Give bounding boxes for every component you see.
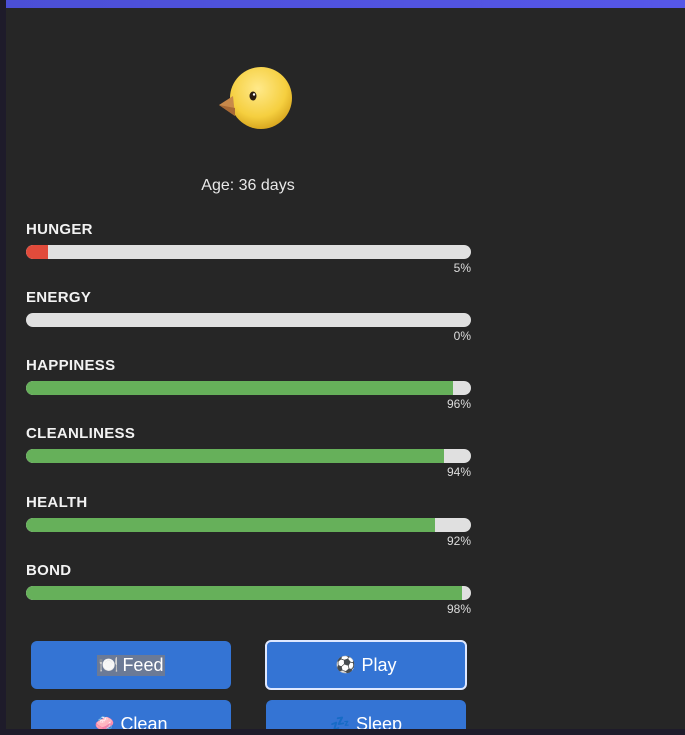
bond-progress-fill	[26, 586, 463, 600]
stat-cleanliness: CLEANLINESS 94%	[26, 425, 471, 479]
stat-percent: 92%	[446, 534, 471, 548]
stat-bond: BOND 98%	[26, 562, 471, 616]
happiness-progress-fill	[26, 381, 454, 395]
stat-label: ENERGY	[26, 289, 92, 306]
top-accent-bar	[6, 0, 685, 8]
stat-label: HEALTH	[26, 494, 88, 511]
happiness-progress-bar	[26, 381, 471, 395]
health-progress-fill	[26, 518, 436, 532]
sleep-button[interactable]: 💤 Sleep	[266, 700, 466, 729]
play-label: Play	[361, 654, 397, 675]
cleanliness-progress-fill	[26, 449, 445, 463]
baby-chick-icon	[211, 62, 301, 142]
energy-progress-bar	[26, 313, 471, 327]
clean-button[interactable]: 🧼 Clean	[31, 700, 231, 729]
zzz-icon: 💤	[330, 716, 350, 729]
stat-energy: ENERGY 0%	[26, 289, 471, 343]
stat-health: HEALTH 92%	[26, 494, 471, 548]
stat-percent: 0%	[453, 329, 471, 343]
stat-label: HAPPINESS	[26, 357, 116, 374]
clean-label: Clean	[120, 713, 168, 730]
stat-label: HUNGER	[26, 221, 93, 238]
feed-button[interactable]: 🍽️ Feed	[31, 641, 231, 689]
stat-hunger: HUNGER 5%	[26, 221, 471, 275]
pet-age: Age: 36 days	[201, 177, 295, 194]
bond-progress-bar	[26, 586, 471, 600]
soccer-ball-icon: ⚽	[335, 657, 356, 674]
stat-percent: 98%	[446, 602, 471, 616]
feed-button-content: 🍽️ Feed	[96, 654, 166, 676]
hunger-progress-fill	[26, 245, 49, 259]
hunger-progress-bar	[26, 245, 471, 259]
app-window: Age: 36 days HUNGER 5% ENERGY 0% HAPPINESS 96…	[6, 0, 685, 729]
stat-label: BOND	[26, 562, 72, 579]
stat-label: CLEANLINESS	[26, 425, 136, 442]
cleanliness-progress-bar	[26, 449, 471, 463]
plate-icon: 🍽️	[98, 657, 119, 674]
stat-happiness: HAPPINESS 96%	[26, 357, 471, 411]
stat-percent: 5%	[453, 261, 471, 275]
soap-icon: 🧼	[94, 716, 115, 729]
stat-percent: 94%	[446, 465, 471, 479]
sleep-label: Sleep	[355, 713, 402, 730]
feed-label: Feed	[122, 654, 164, 675]
health-progress-bar	[26, 518, 471, 532]
play-button[interactable]: ⚽ Play	[265, 640, 467, 690]
stat-percent: 96%	[446, 397, 471, 411]
